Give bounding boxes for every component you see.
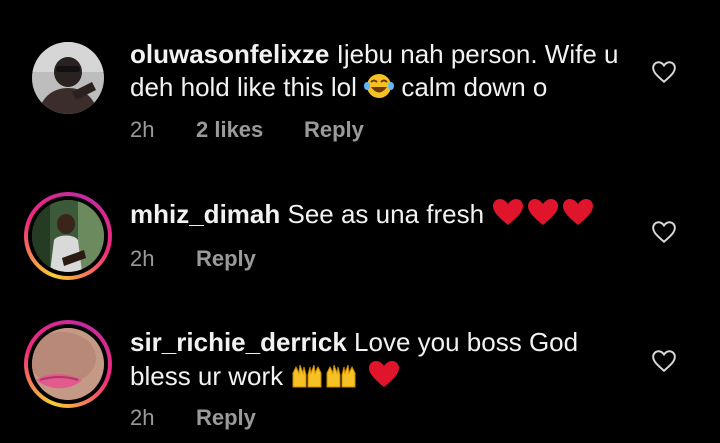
comment-item: oluwasonfelixze Ijebu nah person. Wife u… bbox=[0, 0, 720, 160]
comment-text: mhiz_dimah See as una fresh bbox=[130, 197, 630, 235]
comment-meta: 2h Reply bbox=[130, 405, 256, 431]
raising-hands-icon bbox=[290, 359, 360, 397]
comment-item: mhiz_dimah See as una fresh 2h Reply bbox=[0, 160, 720, 300]
reply-button[interactable]: Reply bbox=[304, 117, 364, 143]
like-heart-icon[interactable] bbox=[651, 59, 677, 85]
avatar[interactable] bbox=[32, 200, 104, 272]
story-ring[interactable] bbox=[24, 192, 112, 280]
avatar[interactable] bbox=[32, 328, 104, 400]
reply-button[interactable]: Reply bbox=[196, 246, 256, 272]
reply-button[interactable]: Reply bbox=[196, 405, 256, 431]
avatar-photo-icon bbox=[32, 42, 104, 114]
comment-item: sir_richie_derrick Love you boss God ble… bbox=[0, 300, 720, 443]
like-heart-icon[interactable] bbox=[651, 219, 677, 245]
comment-text: sir_richie_derrick Love you boss God ble… bbox=[130, 326, 630, 397]
comment-meta: 2h Reply bbox=[130, 246, 256, 272]
comment-timestamp: 2h bbox=[130, 117, 155, 142]
comment-username[interactable]: sir_richie_derrick bbox=[130, 327, 347, 357]
avatar-photo-icon bbox=[32, 328, 104, 400]
comment-timestamp: 2h bbox=[130, 405, 155, 430]
likes-count[interactable]: 2 likes bbox=[196, 117, 304, 143]
like-heart-icon[interactable] bbox=[651, 348, 677, 374]
story-ring[interactable] bbox=[24, 320, 112, 408]
comment-meta: 2h 2 likes Reply bbox=[130, 117, 364, 143]
comment-username[interactable]: mhiz_dimah bbox=[130, 199, 280, 229]
comment-timestamp: 2h bbox=[130, 246, 155, 271]
laughing-tears-icon bbox=[364, 72, 395, 108]
avatar[interactable] bbox=[32, 42, 104, 114]
comment-body: See as una fresh bbox=[287, 199, 485, 229]
red-hearts-icon bbox=[491, 197, 595, 235]
avatar-photo-icon bbox=[32, 200, 104, 272]
comment-text: oluwasonfelixze Ijebu nah person. Wife u… bbox=[130, 38, 630, 108]
comment-username[interactable]: oluwasonfelixze bbox=[130, 39, 329, 69]
red-heart-icon bbox=[368, 359, 400, 397]
comment-body-end: calm down o bbox=[401, 72, 548, 102]
